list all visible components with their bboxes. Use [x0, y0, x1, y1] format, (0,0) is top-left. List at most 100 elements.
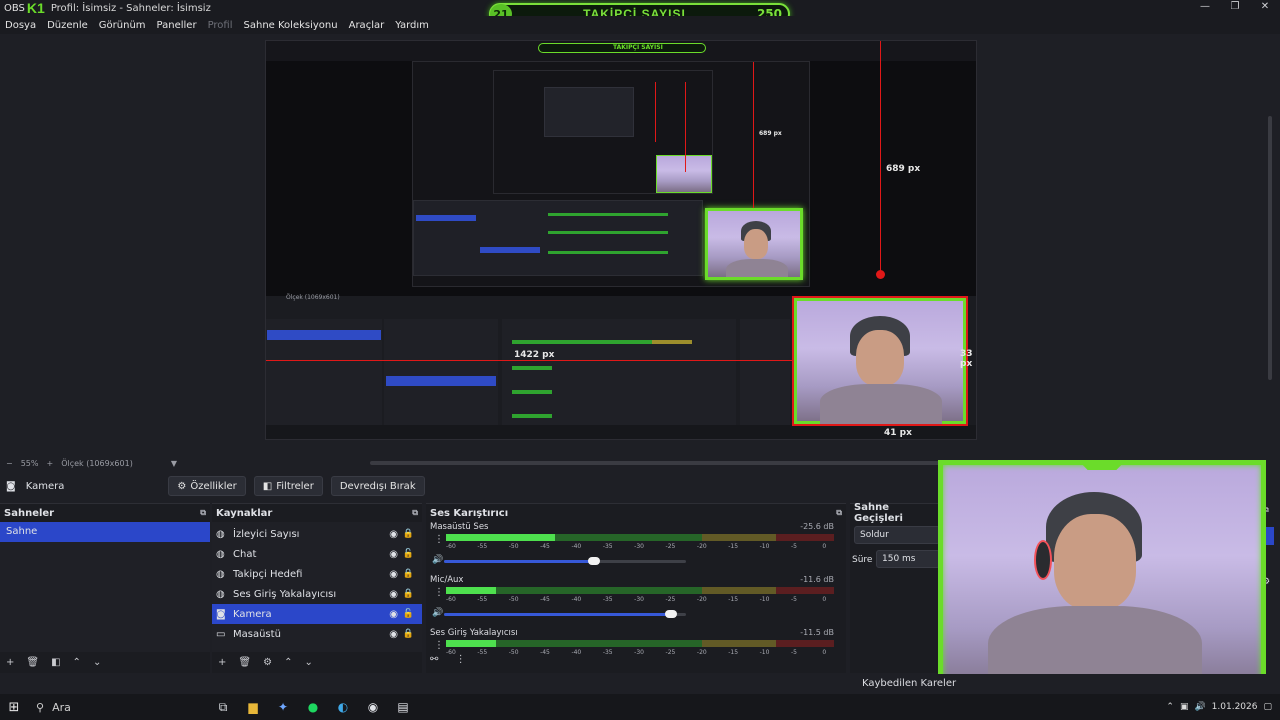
- undock-icon[interactable]: ⧉: [836, 508, 842, 518]
- eye-icon[interactable]: ◉: [389, 609, 398, 620]
- eye-icon[interactable]: ◉: [389, 569, 398, 580]
- source-item-follower-goal[interactable]: ◍ Takipçi Hedefi ◉ 🔒: [212, 564, 422, 584]
- gear-icon[interactable]: ⚙: [263, 657, 272, 668]
- lock-icon[interactable]: 🔒: [403, 589, 414, 599]
- preview-scrollbar-h[interactable]: [370, 461, 960, 465]
- lost-frames-label: Kaybedilen Kareler: [862, 678, 957, 689]
- arrow-down-icon[interactable]: ⌄: [93, 657, 101, 668]
- eye-icon[interactable]: ◉: [389, 529, 398, 540]
- speaker-icon[interactable]: 🔊: [432, 555, 443, 565]
- volume-knob[interactable]: [665, 610, 678, 618]
- spotify-icon[interactable]: ●: [298, 700, 328, 714]
- minimize-button[interactable]: —: [1190, 0, 1220, 14]
- obs-icon[interactable]: ◉: [358, 700, 388, 714]
- zoom-scale-label[interactable]: Ölçek (1069x601): [61, 459, 133, 468]
- eye-icon[interactable]: ◉: [389, 549, 398, 560]
- nested-banner-label: TAKİPÇİ SAYISI: [613, 44, 663, 51]
- menu-scene-collection[interactable]: Sahne Koleksiyonu: [244, 20, 338, 31]
- keyboard-app-icon[interactable]: ▤: [388, 700, 418, 714]
- undock-icon[interactable]: ⧉: [412, 508, 418, 518]
- clock-date[interactable]: 1.01.2026: [1212, 702, 1258, 712]
- properties-button[interactable]: ⚙ Özellikler: [168, 476, 246, 496]
- menu-help[interactable]: Yardım: [395, 20, 429, 31]
- scenes-dock: Sahneler ⧉ Sahne + 🗑 ◧ ⌃ ⌄: [0, 503, 210, 673]
- channel-name: Mic/Aux: [430, 575, 464, 585]
- edge-icon[interactable]: ◐: [328, 700, 358, 714]
- maximize-button[interactable]: ❐: [1220, 0, 1250, 14]
- volume-slider[interactable]: [444, 610, 686, 618]
- lock-icon[interactable]: 🔓: [403, 609, 414, 619]
- menu-profile[interactable]: Profil: [208, 20, 233, 31]
- zoom-in-button[interactable]: +: [46, 459, 53, 468]
- kebab-menu-icon[interactable]: ⋮: [434, 534, 444, 545]
- guide-line-top: [880, 41, 881, 275]
- copilot-icon[interactable]: ✦: [268, 700, 298, 714]
- tick-label: -15: [728, 543, 739, 550]
- task-view-icon[interactable]: ⧉: [208, 700, 238, 715]
- volume-icon[interactable]: 🔊: [1194, 702, 1205, 712]
- lock-icon[interactable]: 🔒: [403, 629, 414, 639]
- kebab-menu-icon[interactable]: ⋮: [434, 587, 444, 598]
- arrow-down-icon[interactable]: ⌄: [304, 657, 312, 668]
- duration-input[interactable]: 150 ms: [876, 550, 940, 568]
- kebab-menu-icon[interactable]: ⋮: [434, 640, 444, 651]
- source-item-chat[interactable]: ◍ Chat ◉ 🔓: [212, 544, 422, 564]
- nested-obs-window-deep: [493, 70, 713, 194]
- close-button[interactable]: ✕: [1250, 0, 1280, 14]
- menu-view[interactable]: Görünüm: [99, 20, 146, 31]
- tick-label: -40: [571, 596, 582, 603]
- source-item-camera[interactable]: ◙ Kamera ◉ 🔓: [212, 604, 422, 624]
- link-icon[interactable]: ⚯: [430, 654, 438, 665]
- deactivate-button[interactable]: Devredışı Bırak: [330, 476, 425, 496]
- source-item-audio-input[interactable]: ◍ Ses Giriş Yakalayıcısı ◉ 🔒: [212, 584, 422, 604]
- menu-docks[interactable]: Paneller: [157, 20, 197, 31]
- trash-icon[interactable]: 🗑: [238, 657, 251, 668]
- menu-tools[interactable]: Araçlar: [349, 20, 385, 31]
- tick-label: -30: [634, 649, 644, 656]
- zoom-out-button[interactable]: −: [6, 459, 13, 468]
- level-meter: [446, 640, 834, 647]
- tick-label: -30: [634, 596, 644, 603]
- meter-segment: [702, 587, 776, 594]
- taskbar-search[interactable]: ⚲ Ara: [28, 694, 208, 720]
- kebab-menu-icon[interactable]: ⋮: [456, 654, 466, 665]
- lock-icon[interactable]: 🔒: [403, 529, 414, 539]
- nested-follower-banner: TAKİPÇİ SAYISI: [538, 43, 706, 53]
- arrow-up-icon[interactable]: ⌃: [284, 657, 292, 668]
- windows-start-icon[interactable]: ⊞: [0, 700, 28, 715]
- eye-icon[interactable]: ◉: [389, 589, 398, 600]
- filters-button[interactable]: ◧ Filtreler: [253, 476, 323, 496]
- chevron-down-icon[interactable]: ▼: [171, 459, 177, 468]
- level-meter: [446, 587, 834, 594]
- preview-scrollbar-v[interactable]: [1268, 116, 1272, 380]
- tick-label: -45: [540, 596, 550, 603]
- network-icon[interactable]: ▣: [1180, 702, 1189, 712]
- notification-icon[interactable]: ▢: [1263, 702, 1272, 712]
- preview-canvas[interactable]: TAKİPÇİ SAYISI 689 px Ölçek (1069x601) 1…: [265, 40, 977, 440]
- add-icon[interactable]: +: [6, 657, 14, 668]
- arrow-up-icon[interactable]: ⌃: [73, 657, 81, 668]
- channel-name: Ses Giriş Yakalayıcısı: [430, 628, 518, 638]
- file-explorer-icon[interactable]: ▆: [238, 700, 268, 714]
- menu-file[interactable]: Dosya: [5, 20, 36, 31]
- volume-knob[interactable]: [588, 557, 601, 565]
- volume-slider[interactable]: [444, 557, 686, 565]
- lock-icon[interactable]: 🔓: [403, 549, 414, 559]
- filter-icon[interactable]: ◧: [51, 657, 60, 668]
- lock-icon[interactable]: 🔒: [403, 569, 414, 579]
- tick-label: -35: [602, 543, 613, 550]
- trash-icon[interactable]: 🗑: [26, 657, 39, 668]
- source-item-viewer-count[interactable]: ◍ İzleyici Sayısı ◉ 🔒: [212, 524, 422, 544]
- chevron-up-icon[interactable]: ⌃: [1166, 702, 1174, 712]
- add-icon[interactable]: +: [218, 657, 226, 668]
- speaker-icon[interactable]: 🔊: [432, 608, 443, 618]
- menu-edit[interactable]: Düzenle: [47, 20, 88, 31]
- camera-source-selected[interactable]: [792, 296, 968, 426]
- system-tray: ⌃ ▣ 🔊 1.01.2026 ▢: [1160, 694, 1272, 720]
- transition-type-select[interactable]: Soldur: [854, 526, 940, 544]
- scene-item[interactable]: Sahne: [0, 522, 210, 542]
- undock-icon[interactable]: ⧉: [200, 508, 206, 518]
- mic-icon: ◍: [216, 588, 225, 600]
- eye-icon[interactable]: ◉: [389, 629, 398, 640]
- source-item-desktop[interactable]: ▭ Masaüstü ◉ 🔒: [212, 624, 422, 644]
